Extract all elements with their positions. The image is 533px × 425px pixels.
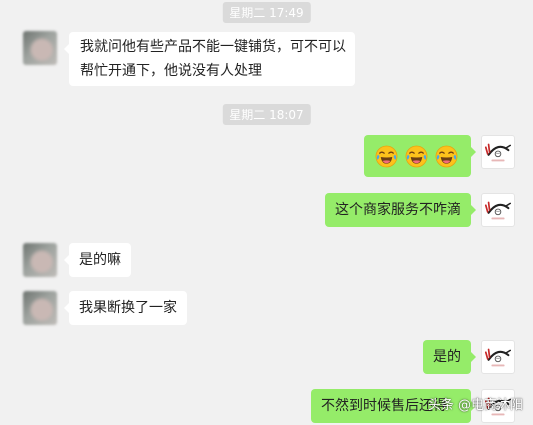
message-text: 是的嘛 <box>79 252 121 268</box>
message-bubble-sent: 是的 <box>423 340 476 374</box>
self-avatar[interactable] <box>481 135 515 169</box>
self-avatar-image <box>482 341 514 373</box>
message-text-line: 帮忙开通下，他说没有人处理 <box>80 63 262 79</box>
timestamp-divider: 星期二 17:49 <box>222 2 311 23</box>
message-text: 这个商家服务不咋滴 <box>335 202 461 218</box>
message-bubble-sent <box>364 135 476 177</box>
message-text-line: 我就问他有些产品不能一键铺货，可不可以 <box>80 39 346 55</box>
message-bubble-received: 我就问他有些产品不能一键铺货，可不可以 帮忙开通下，他说没有人处理 <box>64 32 355 86</box>
watermark: 头条 @电商沐阳 <box>427 398 523 413</box>
timestamp-divider: 星期二 18:07 <box>222 104 311 125</box>
self-avatar[interactable] <box>481 193 515 227</box>
crying-laughing-emoji <box>405 145 428 168</box>
message-text: 我果断换了一家 <box>79 300 177 316</box>
crying-laughing-emoji <box>375 145 398 168</box>
self-avatar[interactable] <box>481 340 515 374</box>
crying-laughing-emoji <box>435 145 458 168</box>
self-avatar-image <box>482 136 514 168</box>
contact-avatar[interactable] <box>23 291 57 325</box>
contact-avatar[interactable] <box>23 243 57 277</box>
self-avatar-image <box>482 194 514 226</box>
contact-avatar[interactable] <box>23 31 57 65</box>
message-bubble-received: 我果断换了一家 <box>64 291 187 325</box>
message-text: 是的 <box>433 349 461 365</box>
message-bubble-received: 是的嘛 <box>64 243 131 277</box>
message-bubble-sent: 这个商家服务不咋滴 <box>325 193 476 227</box>
